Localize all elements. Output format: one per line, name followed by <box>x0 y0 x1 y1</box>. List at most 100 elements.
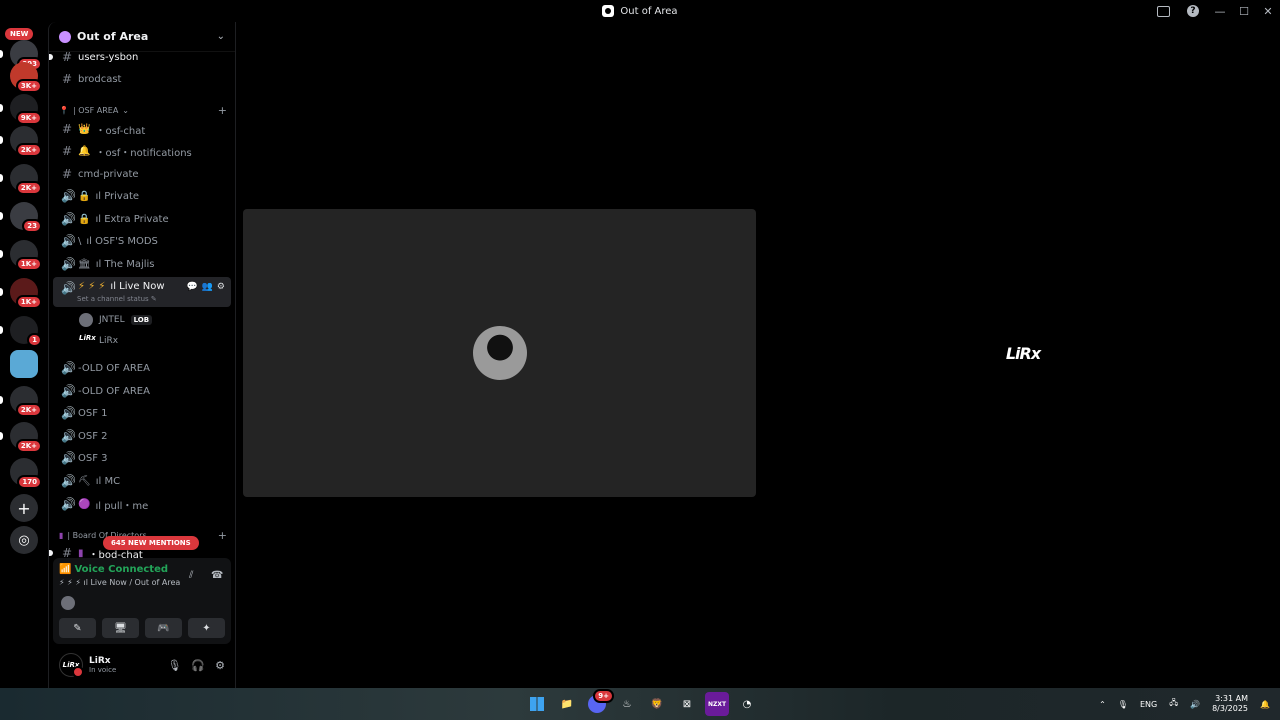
network-icon[interactable]: 🖧 <box>1169 697 1178 711</box>
channel-osf-chat[interactable]: # 👑 ・osf-chat <box>53 118 231 140</box>
mention-badge: 2K+ <box>15 439 42 453</box>
mention-badge: 3K+ <box>15 79 42 93</box>
file-explorer-icon[interactable]: 📁 <box>555 692 579 716</box>
participant-avatar[interactable] <box>61 596 75 610</box>
language-indicator[interactable]: ENG <box>1140 700 1157 709</box>
channel-name: users-ysbon <box>78 51 139 63</box>
minimize-button[interactable]: — <box>1208 0 1232 22</box>
voice-channel-osf-mods[interactable]: 🔊 \ ıl OSF'S MODS <box>53 230 231 252</box>
voice-channel-old-of-area-2[interactable]: 🔊 -OLD OF AREA <box>53 380 231 402</box>
folder-icon: ▮ <box>59 531 64 540</box>
mention-badge: 1 <box>27 333 42 347</box>
server-icon-4[interactable]: 2K+ <box>0 126 42 157</box>
chevron-up-icon[interactable]: ⌃ <box>1099 700 1106 709</box>
voice-channel-private[interactable]: 🔊 🔒 ıl Private <box>53 185 231 207</box>
brave-icon[interactable]: 🦁 <box>645 692 669 716</box>
voice-channel-osf-3[interactable]: 🔊 OSF 3 <box>53 447 231 469</box>
gear-icon[interactable]: ⚙ <box>217 282 225 292</box>
help-icon[interactable] <box>1178 0 1208 22</box>
screen-share-button[interactable]: 🖥 <box>102 618 139 638</box>
server-icon-9[interactable]: 1 <box>0 316 42 347</box>
channel-name: ・osf-chat <box>95 125 146 137</box>
notification-bell-icon[interactable]: 🔔 <box>1260 700 1270 709</box>
voice-user-name: JNTEL <box>99 315 125 325</box>
add-channel-icon[interactable]: + <box>218 529 227 542</box>
server-icon-11[interactable]: 2K+ <box>0 386 42 417</box>
gear-icon[interactable]: ⚙ <box>215 659 225 672</box>
voice-user-name: LiRx <box>99 336 119 346</box>
disconnect-icon[interactable]: ☎ <box>211 570 223 581</box>
hashtag-icon: # <box>61 72 73 86</box>
channel-status-prompt[interactable]: Set a channel status ✎ <box>77 295 157 303</box>
maximize-button[interactable]: ☐ <box>1232 0 1256 22</box>
add-server-button[interactable]: + <box>10 494 38 522</box>
voice-location[interactable]: ⚡ ⚡ ⚡ ıl Live Now / Out of Area <box>59 578 180 587</box>
voice-status[interactable]: 📶 Voice Connected <box>59 564 168 575</box>
discord-icon[interactable]: 9+ <box>588 689 614 713</box>
server-icon-8[interactable]: 1K+ <box>0 278 42 309</box>
voice-user-lirx[interactable]: LiRx LiRx <box>79 331 118 351</box>
server-icon-3[interactable]: 9K+ <box>0 94 42 125</box>
server-icon-5[interactable]: 2K+ <box>0 164 42 195</box>
speaker-icon: 🔊 <box>61 281 76 295</box>
voice-channel-old-of-area-1[interactable]: 🔊 -OLD OF AREA <box>53 357 231 379</box>
crown-icon: 👑 <box>78 123 91 135</box>
activity-button[interactable]: 🎮 <box>145 618 182 638</box>
add-channel-icon[interactable]: + <box>218 104 227 117</box>
server-icon-2[interactable]: 3K+ <box>10 62 42 93</box>
windows-taskbar: 📁 9+ ♨ 🦁 ⊠ NZXT ◔ ⌃ 🎙 ENG 🖧 🔊 3:31 AM 8/… <box>0 688 1280 720</box>
invite-icon[interactable]: 👥 <box>202 282 213 292</box>
channel-name: brodcast <box>78 73 122 85</box>
chat-icon[interactable]: 💬 <box>186 282 197 292</box>
server-icon-12[interactable]: 2K+ <box>0 422 42 453</box>
channel-users-ysbon[interactable]: # users-ysbon <box>49 46 231 68</box>
steam-icon[interactable]: ♨ <box>615 692 639 716</box>
server-icon-6[interactable]: 23 <box>0 202 42 233</box>
voice-channel-the-majlis[interactable]: 🔊 🏛 ıl The Majlis <box>53 253 231 275</box>
server-icon-13[interactable]: 170 <box>10 458 42 489</box>
inbox-icon[interactable] <box>1148 0 1178 22</box>
server-icon-7[interactable]: 1K+ <box>0 240 42 271</box>
server-icon-10[interactable] <box>10 350 38 378</box>
participant-tile-lirx[interactable]: LiRx <box>773 209 1273 497</box>
chevron-down-icon[interactable]: ⌄ <box>217 31 225 42</box>
voice-channel-extra-private[interactable]: 🔊 🔒 ıl Extra Private <box>53 208 231 230</box>
user-name[interactable]: LiRx <box>89 656 116 666</box>
volume-icon[interactable]: 🔊 <box>1190 700 1200 709</box>
user-avatar[interactable]: LiRx <box>59 653 84 678</box>
category-osf-area[interactable]: 📍 | OSF AREA ⌄ + <box>59 104 227 117</box>
system-monitor-icon[interactable]: ◔ <box>735 692 759 716</box>
speaker-icon: 🔊 <box>61 361 76 375</box>
headphones-icon[interactable]: 🎧 <box>191 659 205 672</box>
nzxt-icon[interactable]: NZXT <box>705 692 729 716</box>
channel-cmd-private[interactable]: # cmd-private <box>53 163 231 185</box>
window-title: Out of Area <box>602 5 678 17</box>
soundboard-button[interactable]: ✦ <box>188 618 225 638</box>
camera-off-button[interactable]: ✎ <box>59 618 96 638</box>
speaker-icon: 🔊 <box>61 474 76 488</box>
xbox-icon[interactable]: ⊠ <box>675 692 699 716</box>
discover-icon[interactable]: ◎ <box>10 526 38 554</box>
voice-user-jntel[interactable]: JNTEL LOB <box>79 310 153 330</box>
voice-channel-osf-1[interactable]: 🔊 OSF 1 <box>53 402 231 424</box>
noise-suppression-icon[interactable]: ⫽ <box>189 570 193 581</box>
channel-name: -OLD OF AREA <box>78 385 150 397</box>
voice-channel-mc[interactable]: 🔊 ⛏ ıl MC <box>53 470 231 492</box>
channel-name: cmd-private <box>78 168 139 180</box>
close-button[interactable]: ✕ <box>1256 0 1280 22</box>
participant-tile-jntel[interactable] <box>243 209 756 497</box>
new-mentions-banner[interactable]: 645 NEW MENTIONS <box>103 536 199 550</box>
voice-channel-pull-me[interactable]: 🔊 🟣 ıl pull・me <box>53 493 231 515</box>
microphone-icon[interactable]: 🎙 <box>1118 700 1128 709</box>
user-status: In voice <box>89 666 117 674</box>
voice-channel-osf-2[interactable]: 🔊 OSF 2 <box>53 425 231 447</box>
user-panel: LiRx LiRx In voice 🎙 🎧 ⚙ <box>53 648 231 682</box>
clock[interactable]: 3:31 AM 8/3/2025 <box>1212 694 1248 714</box>
channel-brodcast[interactable]: # brodcast <box>53 68 231 90</box>
start-button[interactable] <box>525 692 549 716</box>
mention-badge: 23 <box>22 219 42 233</box>
microphone-icon[interactable]: 🎙 <box>167 659 181 672</box>
channel-osf-notifications[interactable]: # 🔔 ・osf・notifications <box>53 140 231 162</box>
voice-channel-live-now[interactable]: 🔊 ⚡ ⚡ ⚡ ıl Live Now Set a channel status… <box>53 277 231 307</box>
hashtag-icon: # <box>61 167 73 181</box>
